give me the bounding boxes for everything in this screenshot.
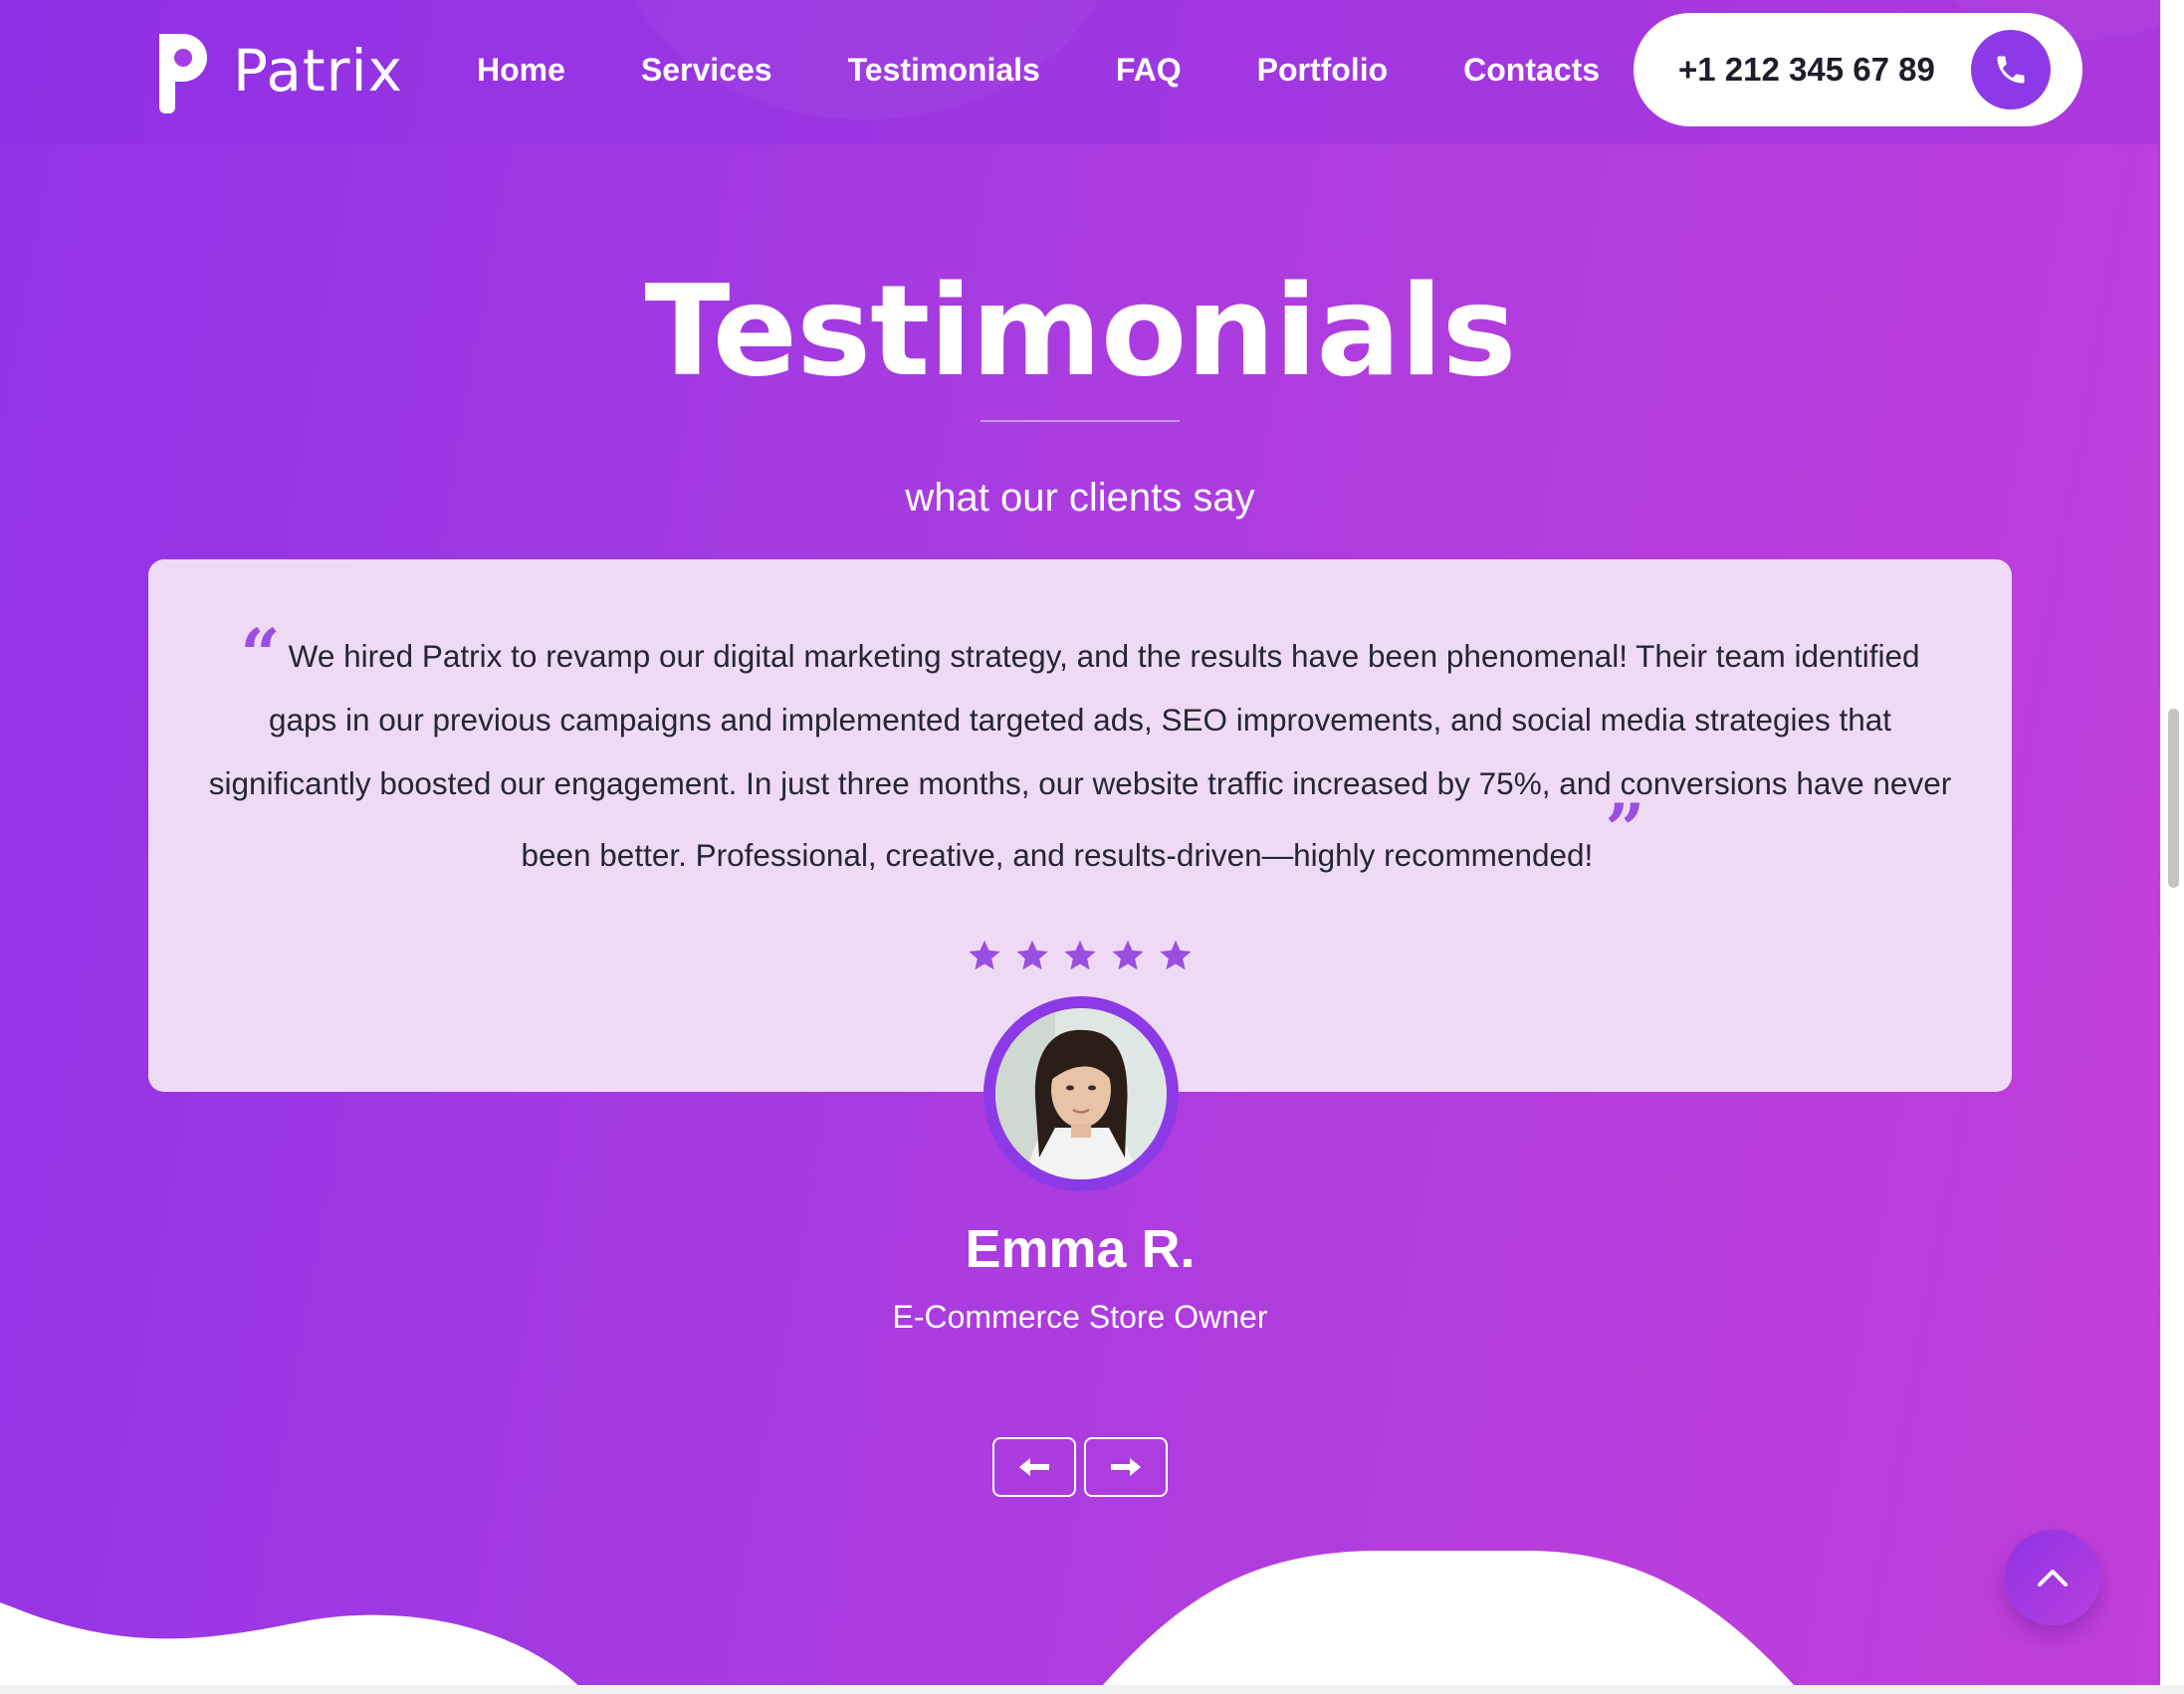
logo-text: Patrix (233, 37, 403, 105)
scroll-to-top-button[interactable] (2005, 1530, 2100, 1625)
section-title: Testimonials (644, 258, 1516, 404)
star-icon (1064, 940, 1096, 970)
testimonial-quote: We hired Patrix to revamp our digital ma… (208, 638, 1952, 873)
previous-testimonial-button[interactable] (992, 1437, 1076, 1497)
star-icon (969, 940, 1000, 970)
phone-number[interactable]: +1 212 345 67 89 (1678, 51, 1935, 89)
star-icon (1016, 940, 1048, 970)
main-nav: Home Services Testimonials FAQ Portfolio… (477, 46, 1675, 94)
quote-close-icon: ” (1605, 788, 1644, 871)
star-icon (1112, 940, 1144, 970)
section-subtitle: what our clients say (905, 476, 1255, 520)
scrollbar-thumb[interactable] (2168, 709, 2179, 888)
nav-item-portfolio[interactable]: Portfolio (1257, 46, 1389, 94)
phone-icon (1997, 56, 2025, 84)
nav-item-testimonials[interactable]: Testimonials (848, 46, 1040, 94)
bottom-wave (0, 1551, 1802, 1694)
nav-item-services[interactable]: Services (641, 46, 772, 94)
window-bottom-edge (0, 1685, 2184, 1694)
title-divider (981, 420, 1180, 422)
star-icon (1160, 940, 1192, 970)
chevron-up-icon (2038, 1570, 2068, 1587)
nav-item-faq[interactable]: FAQ (1116, 46, 1182, 94)
page-scrollbar[interactable] (2160, 0, 2184, 1694)
phone-contact[interactable]: +1 212 345 67 89 (1634, 13, 2082, 126)
site-header: Patrix Home Services Testimonials FAQ Po… (0, 0, 2160, 144)
logo-mark-icon (159, 34, 207, 113)
arrow-right-icon (1111, 1458, 1141, 1476)
testimonials-page: Patrix Home Services Testimonials FAQ Po… (0, 0, 2160, 1694)
logo[interactable]: Patrix (151, 28, 403, 113)
quote-open-icon: “ (240, 613, 280, 696)
nav-item-home[interactable]: Home (477, 46, 565, 94)
avatar (995, 1008, 1167, 1179)
avatar-ring (983, 996, 1179, 1191)
client-role: E-Commerce Store Owner (892, 1299, 1268, 1335)
rating-stars (148, 938, 2012, 973)
client-name: Emma R. (965, 1219, 1196, 1279)
next-testimonial-button[interactable] (1084, 1437, 1168, 1497)
nav-item-contacts[interactable]: Contacts (1463, 46, 1600, 94)
client-photo (995, 1008, 1167, 1179)
arrow-left-icon (1019, 1458, 1049, 1476)
phone-button[interactable] (1971, 30, 2051, 109)
testimonial-quote-block: “We hired Patrix to revamp our digital m… (208, 613, 1952, 887)
